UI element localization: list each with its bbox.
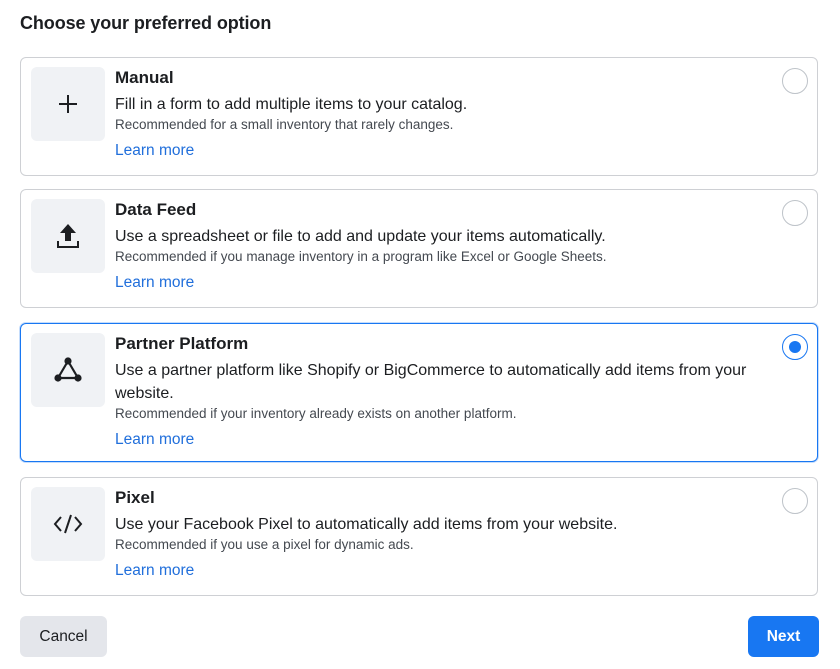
option-note: Recommended if your inventory already ex… [115, 406, 517, 421]
learn-more-link-manual[interactable]: Learn more [115, 141, 194, 161]
option-text: Partner Platform Use a partner platform … [115, 333, 761, 450]
learn-more-link-pixel[interactable]: Learn more [115, 561, 194, 581]
upload-icon [31, 199, 105, 273]
code-icon [31, 487, 105, 561]
option-title: Manual [115, 68, 174, 87]
option-text: Data Feed Use a spreadsheet or file to a… [115, 199, 761, 293]
network-nodes-icon [31, 333, 105, 407]
cancel-button[interactable]: Cancel [20, 616, 107, 657]
option-note: Recommended for a small inventory that r… [115, 117, 454, 132]
learn-more-link-partner-platform[interactable]: Learn more [115, 430, 194, 450]
radio-manual[interactable] [782, 68, 808, 94]
option-card-partner-platform[interactable]: Partner Platform Use a partner platform … [20, 323, 818, 462]
option-description: Use a partner platform like Shopify or B… [115, 362, 747, 402]
option-text: Pixel Use your Facebook Pixel to automat… [115, 487, 761, 581]
option-description: Use a spreadsheet or file to add and upd… [115, 228, 606, 245]
radio-data-feed[interactable] [782, 200, 808, 226]
option-title: Pixel [115, 488, 155, 507]
radio-partner-platform[interactable] [782, 334, 808, 360]
next-button[interactable]: Next [748, 616, 819, 657]
option-card-manual[interactable]: Manual Fill in a form to add multiple it… [20, 57, 818, 176]
catalog-option-dialog: Choose your preferred option Manual Fill… [0, 0, 840, 669]
learn-more-link-data-feed[interactable]: Learn more [115, 273, 194, 293]
dialog-heading: Choose your preferred option [20, 13, 272, 33]
plus-icon [31, 67, 105, 141]
option-card-pixel[interactable]: Pixel Use your Facebook Pixel to automat… [20, 477, 818, 596]
radio-pixel[interactable] [782, 488, 808, 514]
option-card-data-feed[interactable]: Data Feed Use a spreadsheet or file to a… [20, 189, 818, 308]
option-note: Recommended if you manage inventory in a… [115, 249, 607, 264]
option-description: Use your Facebook Pixel to automatically… [115, 516, 618, 533]
option-note: Recommended if you use a pixel for dynam… [115, 537, 414, 552]
option-title: Data Feed [115, 200, 197, 219]
option-text: Manual Fill in a form to add multiple it… [115, 67, 761, 161]
option-description: Fill in a form to add multiple items to … [115, 96, 468, 113]
option-title: Partner Platform [115, 334, 249, 353]
